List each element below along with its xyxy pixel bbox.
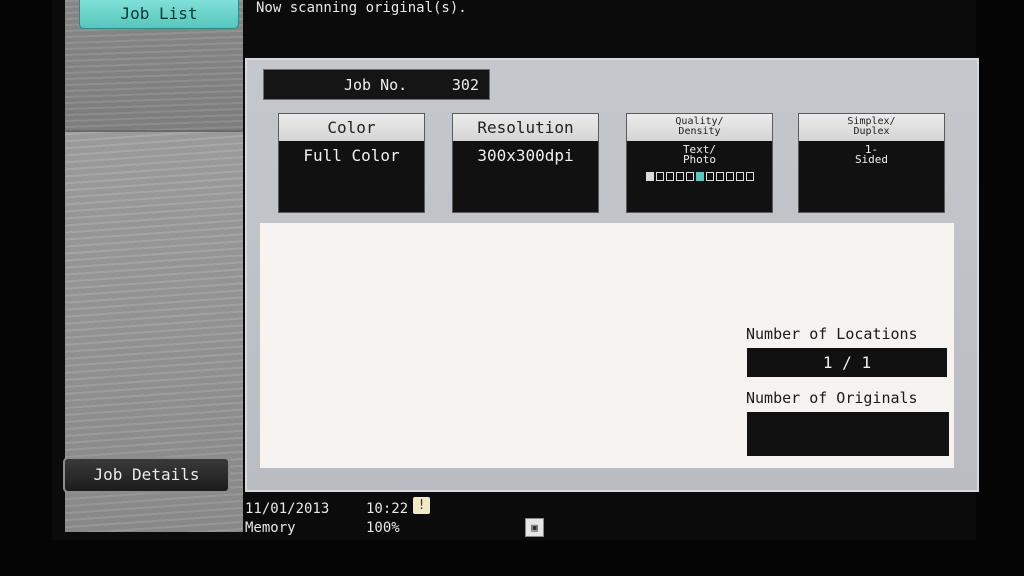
color-setting: Color Full Color xyxy=(278,113,425,213)
density-step xyxy=(695,172,704,181)
memory-value: 100% xyxy=(366,520,400,536)
job-number-label: Job No. xyxy=(344,76,408,94)
density-step xyxy=(715,172,724,181)
resolution-setting-value: 300x300dpi xyxy=(477,146,574,165)
duplex-setting: Simplex/ Duplex 1- Sided xyxy=(798,113,945,213)
color-setting-value: Full Color xyxy=(303,146,400,165)
originals-value xyxy=(747,412,949,456)
density-step xyxy=(685,172,694,181)
density-step xyxy=(745,172,754,181)
resolution-setting-title: Resolution xyxy=(453,114,598,141)
resolution-setting: Resolution 300x300dpi xyxy=(452,113,599,213)
storage-icon[interactable]: ▣ xyxy=(525,518,544,537)
job-number-box: Job No. 302 xyxy=(263,69,490,100)
duplex-setting-value: 1- Sided xyxy=(854,143,889,166)
density-step xyxy=(655,172,664,181)
duplex-setting-title: Simplex/ Duplex xyxy=(799,114,944,141)
status-date: 11/01/2013 xyxy=(245,501,330,517)
density-step xyxy=(665,172,674,181)
locations-value: 1 / 1 xyxy=(747,348,947,377)
quality-setting-title: Quality/ Density xyxy=(627,114,772,141)
job-list-button[interactable]: Job List xyxy=(79,0,239,29)
density-step xyxy=(705,172,714,181)
originals-label: Number of Originals xyxy=(746,389,918,407)
status-time: 10:22 xyxy=(366,501,409,517)
quality-setting: Quality/ Density Text/ Photo xyxy=(626,113,773,213)
job-details-button[interactable]: Job Details xyxy=(63,457,230,493)
color-setting-title: Color xyxy=(279,114,424,141)
density-step xyxy=(735,172,744,181)
density-step xyxy=(645,172,654,181)
job-number-value: 302 xyxy=(451,76,479,94)
density-step xyxy=(675,172,684,181)
notification-icon[interactable]: ! xyxy=(413,497,430,514)
quality-setting-value: Text/ Photo xyxy=(682,143,717,166)
sidebar xyxy=(65,0,243,532)
density-scale xyxy=(627,172,772,181)
density-step xyxy=(725,172,734,181)
memory-label: Memory xyxy=(245,520,296,536)
status-message: Now scanning original(s). xyxy=(256,0,467,16)
locations-label: Number of Locations xyxy=(746,325,918,343)
